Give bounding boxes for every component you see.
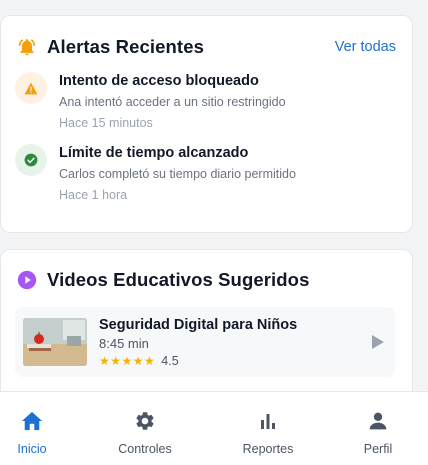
person-icon (366, 409, 390, 433)
bottom-navigation: Inicio Controles Reportes Perfil (0, 391, 428, 465)
nav-label: Controles (118, 442, 172, 456)
warning-icon (15, 72, 47, 104)
nav-label: Inicio (17, 442, 47, 456)
play-circle-icon (16, 269, 38, 291)
home-icon (20, 409, 44, 433)
alerts-header: Alertas Recientes Ver todas (16, 33, 396, 61)
see-all-link[interactable]: Ver todas (335, 39, 396, 55)
alerts-title: Alertas Recientes (47, 36, 204, 57)
videos-header: Videos Educativos Sugeridos (16, 266, 396, 294)
video-item[interactable]: Seguridad Digital para Niños 8:45 min ★★… (15, 307, 395, 377)
nav-label: Perfil (363, 442, 393, 456)
star-rating-icon: ★★★★★ (99, 354, 156, 368)
recent-alerts-card: Alertas Recientes Ver todas Intento de a… (0, 15, 413, 233)
suggested-videos-card: Videos Educativos Sugeridos Seguridad Di… (0, 249, 413, 409)
bar-chart-icon (256, 409, 280, 433)
nav-label: Reportes (242, 442, 294, 456)
video-duration: 8:45 min (99, 336, 149, 351)
video-rating: ★★★★★ 4.5 (99, 354, 179, 368)
alert-title: Intento de acceso bloqueado (59, 73, 259, 89)
nav-item-inicio[interactable]: Inicio (0, 392, 77, 465)
alert-description: Ana intentó acceder a un sitio restringi… (59, 95, 286, 109)
bell-icon (16, 36, 38, 58)
gear-icon (133, 409, 157, 433)
alert-description: Carlos completó su tiempo diario permiti… (59, 167, 296, 181)
rating-value: 4.5 (161, 354, 179, 368)
alert-item[interactable]: Intento de acceso bloqueado Ana intentó … (15, 72, 396, 134)
video-title: Seguridad Digital para Niños (99, 317, 298, 333)
nav-item-reportes[interactable]: Reportes (223, 392, 313, 465)
nav-item-controles[interactable]: Controles (100, 392, 190, 465)
video-thumbnail (23, 318, 87, 366)
nav-item-perfil[interactable]: Perfil (333, 392, 423, 465)
alert-item[interactable]: Límite de tiempo alcanzado Carlos comple… (15, 144, 396, 206)
check-circle-icon (15, 144, 47, 176)
alert-time: Hace 1 hora (59, 188, 128, 202)
alert-title: Límite de tiempo alcanzado (59, 145, 249, 161)
play-icon[interactable] (371, 334, 385, 350)
videos-title: Videos Educativos Sugeridos (47, 269, 310, 290)
alert-time: Hace 15 minutos (59, 116, 153, 130)
